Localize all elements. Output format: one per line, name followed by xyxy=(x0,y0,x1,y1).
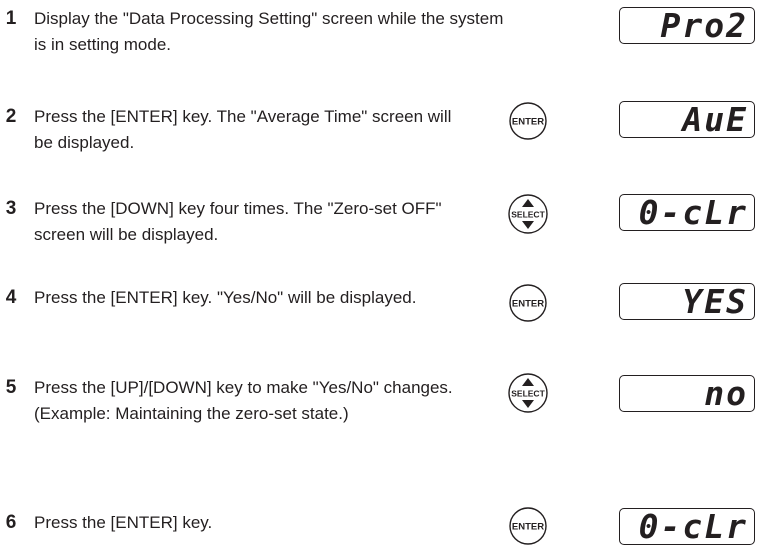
step-number: 2 xyxy=(5,106,17,127)
lcd-display: YES xyxy=(619,283,755,320)
lcd-text: 0-cLr xyxy=(638,193,748,232)
lcd-display: 0-cLr xyxy=(619,194,755,231)
step-instruction: Display the "Data Processing Setting" sc… xyxy=(34,9,504,54)
step-instruction: Press the [ENTER] key. The "Average Time… xyxy=(34,107,452,152)
lcd-display: Pro2 xyxy=(619,7,755,44)
step-number: 6 xyxy=(5,512,17,533)
step-number: 1 xyxy=(5,8,17,29)
select-key-icon: SELECT xyxy=(508,373,548,413)
key-label: SELECT xyxy=(511,389,545,399)
step-instruction: Press the [DOWN] key four times. The "Ze… xyxy=(34,199,442,244)
key-label: ENTER xyxy=(512,522,544,533)
select-key-icon: SELECT xyxy=(508,194,548,234)
step-instruction: Press the [ENTER] key. "Yes/No" will be … xyxy=(34,288,417,307)
key-label: SELECT xyxy=(511,210,545,220)
lcd-display: AuE xyxy=(619,101,755,138)
step-number: 5 xyxy=(5,377,17,398)
lcd-text: no xyxy=(704,374,748,413)
step-instruction: Press the [UP]/[DOWN] key to make "Yes/N… xyxy=(34,378,453,423)
lcd-display: 0-cLr xyxy=(619,508,755,545)
enter-key-icon: ENTER xyxy=(509,102,547,140)
lcd-text: AuE xyxy=(682,100,748,139)
step-instruction: Press the [ENTER] key. xyxy=(34,513,213,532)
step-number: 3 xyxy=(5,198,17,219)
step-number: 4 xyxy=(5,287,17,308)
lcd-text: Pro2 xyxy=(660,6,748,45)
key-label: ENTER xyxy=(512,299,544,310)
key-label: ENTER xyxy=(512,117,544,128)
enter-key-icon: ENTER xyxy=(509,284,547,322)
enter-key-icon: ENTER xyxy=(509,507,547,545)
lcd-display: no xyxy=(619,375,755,412)
lcd-text: 0-cLr xyxy=(638,507,748,546)
lcd-text: YES xyxy=(682,282,748,321)
